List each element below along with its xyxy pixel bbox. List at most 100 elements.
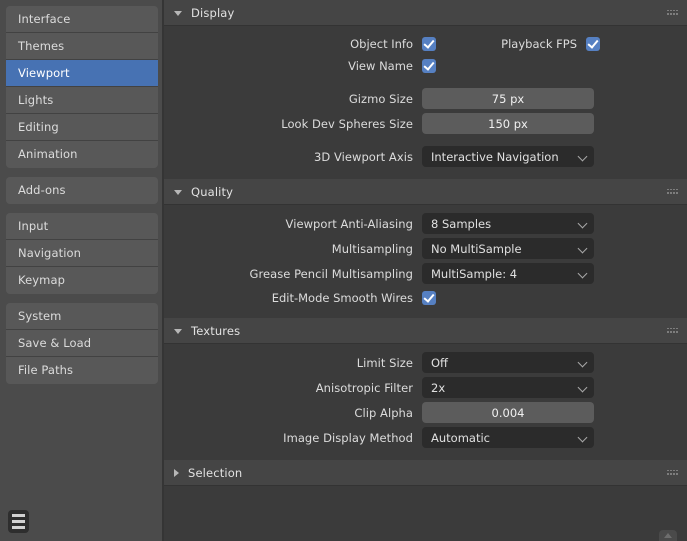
label-limit-size: Limit Size: [164, 356, 422, 370]
slider-look-dev-spheres-size-value: 150 px: [488, 117, 528, 131]
sidebar-item-input[interactable]: Input: [6, 213, 158, 240]
panel-body-display: Object Info Playback FPS View Name Gizmo…: [164, 26, 687, 179]
row-limit-size: Limit Size Off: [164, 351, 687, 374]
sidebar-item-lights[interactable]: Lights: [6, 87, 158, 114]
checkbox-view-name[interactable]: [422, 59, 436, 73]
dropdown-limit-size[interactable]: Off: [422, 352, 594, 373]
slider-gizmo-size[interactable]: 75 px: [422, 88, 594, 109]
label-viewport-anti-aliasing: Viewport Anti-Aliasing: [164, 217, 422, 231]
sidebar-item-themes[interactable]: Themes: [6, 33, 158, 60]
slider-look-dev-spheres-size[interactable]: 150 px: [422, 113, 594, 134]
dropdown-3d-viewport-axis[interactable]: Interactive Navigation: [422, 146, 594, 167]
row-anisotropic-filter: Anisotropic Filter 2x: [164, 376, 687, 399]
nav-group-input: Input Navigation Keymap: [6, 213, 158, 294]
label-view-name: View Name: [164, 59, 422, 73]
dropdown-anisotropic-filter[interactable]: 2x: [422, 377, 594, 398]
row-grease-pencil-multisampling: Grease Pencil Multisampling MultiSample:…: [164, 262, 687, 285]
label-image-display-method: Image Display Method: [164, 431, 422, 445]
chevron-down-icon: [578, 382, 588, 392]
label-multisampling: Multisampling: [164, 242, 422, 256]
sidebar-item-keymap[interactable]: Keymap: [6, 267, 158, 294]
panel-header-selection[interactable]: Selection: [164, 460, 687, 486]
chevron-down-icon: [174, 190, 182, 195]
panel-header-textures[interactable]: Textures: [164, 318, 687, 344]
dropdown-viewport-anti-aliasing[interactable]: 8 Samples: [422, 213, 594, 234]
grip-dots-icon[interactable]: [667, 328, 678, 334]
dropdown-anisotropic-filter-value: 2x: [431, 381, 445, 395]
grip-dots-icon[interactable]: [667, 189, 678, 195]
dropdown-multisampling[interactable]: No MultiSample: [422, 238, 594, 259]
checkbox-playback-fps[interactable]: [586, 37, 600, 51]
slider-gizmo-size-value: 75 px: [492, 92, 524, 106]
preferences-window: Interface Themes Viewport Lights Editing…: [0, 0, 687, 541]
panel-body-textures: Limit Size Off Anisotropic Filter 2x Cli…: [164, 344, 687, 460]
nav-group-general: Interface Themes Viewport Lights Editing…: [6, 6, 158, 168]
sidebar-item-file-paths[interactable]: File Paths: [6, 357, 158, 384]
label-grease-pencil-multisampling: Grease Pencil Multisampling: [164, 267, 422, 281]
label-playback-fps: Playback FPS: [436, 37, 586, 51]
sidebar-item-navigation[interactable]: Navigation: [6, 240, 158, 267]
nav-group-addons: Add-ons: [6, 177, 158, 204]
hamburger-bar: [12, 526, 25, 529]
chevron-down-icon: [174, 11, 182, 16]
dropdown-limit-size-value: Off: [431, 356, 448, 370]
label-3d-viewport-axis: 3D Viewport Axis: [164, 150, 422, 164]
row-multisampling: Multisampling No MultiSample: [164, 237, 687, 260]
dropdown-image-display-method-value: Automatic: [431, 431, 490, 445]
sidebar-item-interface[interactable]: Interface: [6, 6, 158, 33]
hamburger-bar: [12, 520, 25, 523]
panel-title-display: Display: [191, 6, 234, 20]
sidebar-item-save-and-load[interactable]: Save & Load: [6, 330, 158, 357]
panel-body-quality: Viewport Anti-Aliasing 8 Samples Multisa…: [164, 205, 687, 318]
panel-title-quality: Quality: [191, 185, 233, 199]
label-look-dev-spheres-size: Look Dev Spheres Size: [164, 117, 422, 131]
label-edit-mode-smooth-wires: Edit-Mode Smooth Wires: [164, 291, 422, 305]
row-image-display-method: Image Display Method Automatic: [164, 426, 687, 449]
panel-header-display[interactable]: Display: [164, 0, 687, 26]
sidebar-item-viewport[interactable]: Viewport: [6, 60, 158, 87]
row-object-info-playback-fps: Object Info Playback FPS: [164, 33, 687, 55]
row-edit-mode-smooth-wires: Edit-Mode Smooth Wires: [164, 287, 687, 309]
chevron-down-icon: [578, 268, 588, 278]
triangle-up-icon: [664, 533, 672, 538]
row-clip-alpha: Clip Alpha 0.004: [164, 401, 687, 424]
row-3d-viewport-axis: 3D Viewport Axis Interactive Navigation: [164, 145, 687, 168]
panel-header-quality[interactable]: Quality: [164, 179, 687, 205]
chevron-down-icon: [578, 357, 588, 367]
hamburger-bar: [12, 514, 25, 517]
grip-dots-icon[interactable]: [667, 10, 678, 16]
dropdown-multisampling-value: No MultiSample: [431, 242, 522, 256]
scroll-up-arrow-icon[interactable]: [659, 530, 677, 541]
chevron-down-icon: [578, 151, 588, 161]
dropdown-viewport-anti-aliasing-value: 8 Samples: [431, 217, 491, 231]
chevron-right-icon: [174, 469, 179, 477]
sidebar-item-animation[interactable]: Animation: [6, 141, 158, 168]
sidebar-item-system[interactable]: System: [6, 303, 158, 330]
dropdown-3d-viewport-axis-value: Interactive Navigation: [431, 150, 559, 164]
dropdown-grease-pencil-multisampling[interactable]: MultiSample: 4: [422, 263, 594, 284]
slider-clip-alpha[interactable]: 0.004: [422, 402, 594, 423]
panel-title-selection: Selection: [188, 466, 242, 480]
checkbox-edit-mode-smooth-wires[interactable]: [422, 291, 436, 305]
row-viewport-anti-aliasing: Viewport Anti-Aliasing 8 Samples: [164, 212, 687, 235]
preferences-sidebar: Interface Themes Viewport Lights Editing…: [0, 0, 164, 541]
label-anisotropic-filter: Anisotropic Filter: [164, 381, 422, 395]
row-gizmo-size: Gizmo Size 75 px: [164, 87, 687, 110]
row-view-name: View Name: [164, 55, 687, 77]
slider-clip-alpha-value: 0.004: [492, 406, 525, 420]
preferences-content: Display Object Info Playback FPS View Na…: [164, 0, 687, 541]
hamburger-menu-icon[interactable]: [8, 510, 29, 533]
grip-dots-icon[interactable]: [667, 470, 678, 476]
sidebar-item-add-ons[interactable]: Add-ons: [6, 177, 158, 204]
row-look-dev-spheres-size: Look Dev Spheres Size 150 px: [164, 112, 687, 135]
panel-title-textures: Textures: [191, 324, 240, 338]
chevron-down-icon: [578, 432, 588, 442]
chevron-down-icon: [578, 218, 588, 228]
checkbox-object-info[interactable]: [422, 37, 436, 51]
label-gizmo-size: Gizmo Size: [164, 92, 422, 106]
sidebar-item-editing[interactable]: Editing: [6, 114, 158, 141]
chevron-down-icon: [578, 243, 588, 253]
dropdown-image-display-method[interactable]: Automatic: [422, 427, 594, 448]
nav-group-system: System Save & Load File Paths: [6, 303, 158, 384]
dropdown-grease-pencil-multisampling-value: MultiSample: 4: [431, 267, 517, 281]
